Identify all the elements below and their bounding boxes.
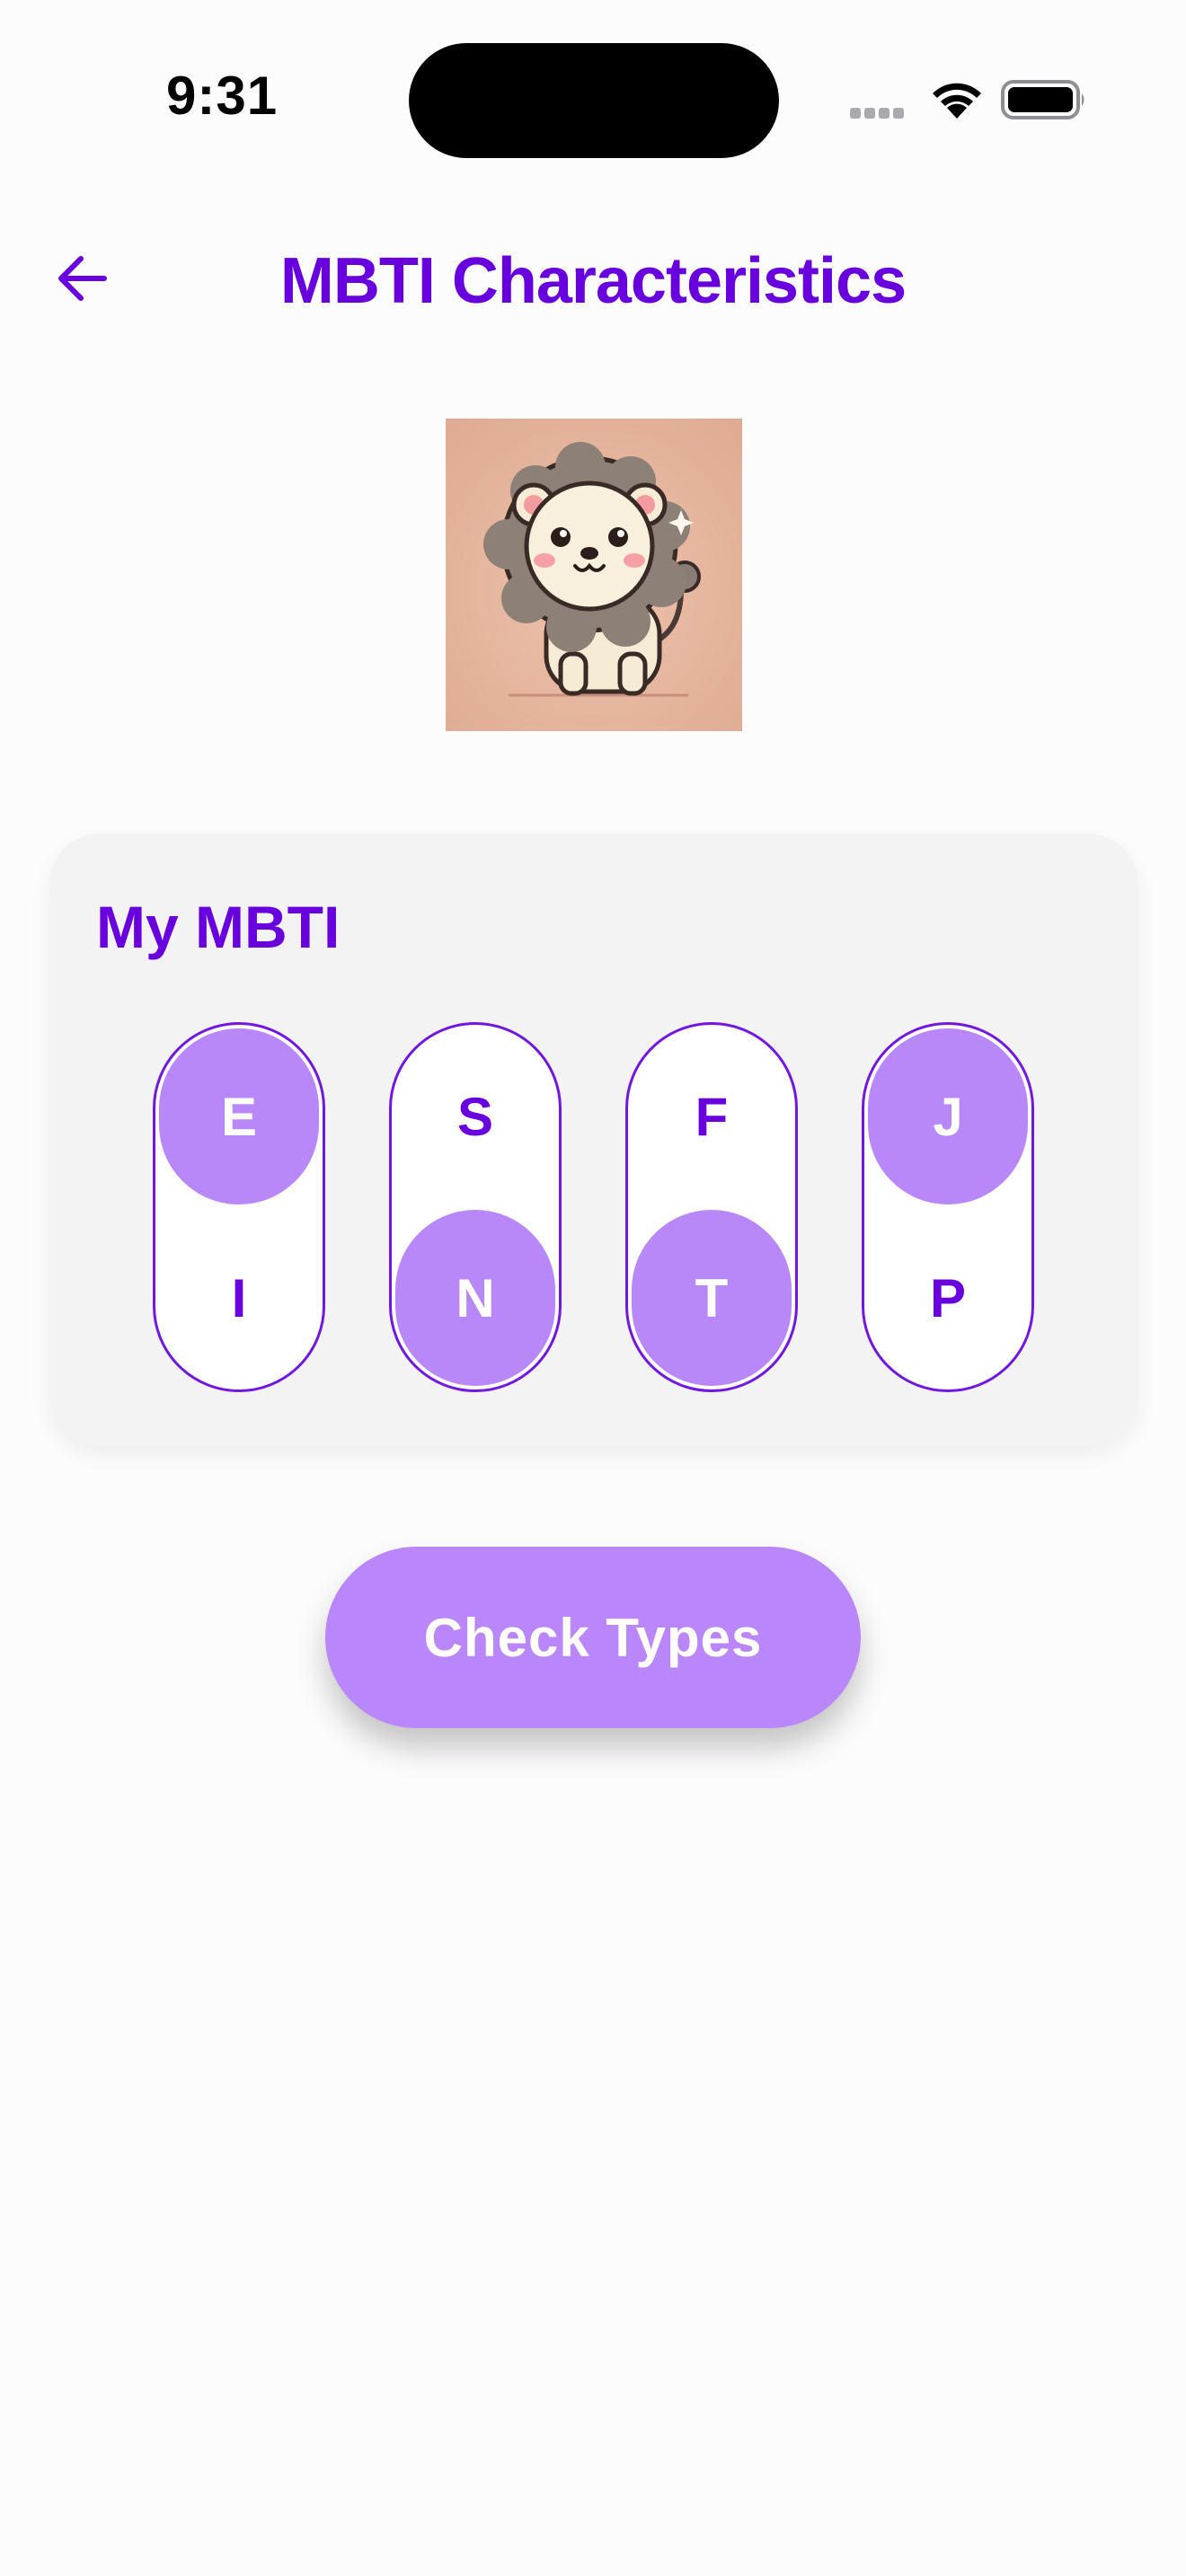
toggle-j-p[interactable]: J P [862,1022,1034,1392]
status-time: 9:31 [166,66,279,126]
option-i[interactable]: I [159,1210,319,1386]
wifi-icon [933,83,981,119]
check-types-button[interactable]: Check Types [325,1547,861,1728]
option-n[interactable]: N [395,1210,555,1386]
page-title: MBTI Characteristics [279,245,907,317]
option-p[interactable]: P [868,1210,1028,1386]
dynamic-island [409,43,779,158]
lion-mascot-icon [446,419,742,731]
my-mbti-card: My MBTI E I S N F T J P [49,834,1138,1446]
cellular-signal-icon [850,107,907,123]
status-bar: 9:31 [0,0,1186,180]
toggle-e-i[interactable]: E I [153,1022,325,1392]
mbti-avatar-image [446,419,742,731]
battery-icon [1001,80,1084,119]
option-e[interactable]: E [159,1028,319,1204]
option-j[interactable]: J [868,1028,1028,1204]
toggle-s-n[interactable]: S N [389,1022,562,1392]
option-t[interactable]: T [632,1210,792,1386]
option-s[interactable]: S [395,1028,555,1204]
card-title: My MBTI [96,894,341,960]
toggle-f-t[interactable]: F T [625,1022,798,1392]
option-f[interactable]: F [632,1028,792,1204]
